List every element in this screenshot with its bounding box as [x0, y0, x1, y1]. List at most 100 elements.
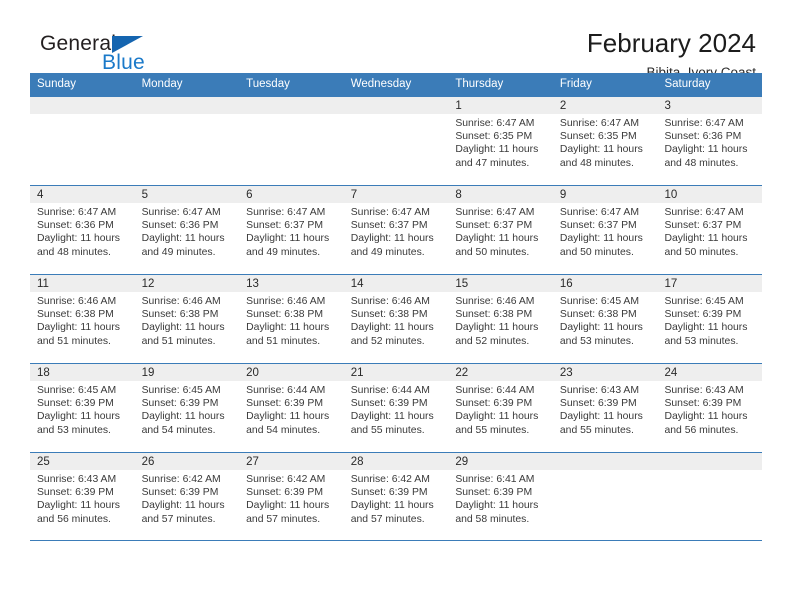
calendar-day-cell[interactable]: 19 Sunrise: 6:45 AM Sunset: 6:39 PM Dayligh… [134, 364, 240, 452]
day-sun-info: Sunrise: 6:47 AM Sunset: 6:37 PM Daylight:… [344, 203, 449, 259]
calendar-day-cell[interactable]: 7 Sunrise: 6:47 AM Sunset: 6:37 PM Daylight… [343, 186, 449, 274]
day-number: 15 [448, 275, 553, 292]
daylight-text-line2: and 55 minutes. [559, 424, 634, 436]
day-sun-info: Sunrise: 6:46 AM Sunset: 6:38 PM Daylight:… [344, 292, 449, 348]
calendar-day-cell[interactable]: 1 Sunrise: 6:47 AM Sunset: 6:35 PM Daylight… [448, 97, 553, 185]
calendar-day-cell[interactable]: 11 Sunrise: 6:46 AM Sunset: 6:38 PM Dayligh… [30, 275, 135, 363]
sunset-text: Sunset: 6:38 PM [141, 309, 219, 321]
day-number: 23 [552, 364, 658, 381]
calendar-day-cell[interactable]: 28 Sunrise: 6:42 AM Sunset: 6:39 PM Dayligh… [343, 453, 449, 540]
sunset-text: Sunset: 6:39 PM [246, 398, 323, 410]
calendar-day-cell[interactable]: 17 Sunrise: 6:45 AM Sunset: 6:39 PM Dayligh… [657, 275, 763, 363]
daylight-text-line1: Daylight: 11 hours [559, 322, 643, 334]
day-sun-info: Sunrise: 6:41 AM Sunset: 6:39 PM Daylight:… [448, 470, 553, 526]
calendar-day-cell[interactable]: 25 Sunrise: 6:43 AM Sunset: 6:39 PM Dayligh… [30, 453, 135, 540]
calendar-day-cell[interactable]: 23 Sunrise: 6:43 AM Sunset: 6:39 PM Dayligh… [552, 364, 658, 452]
day-number: 22 [448, 364, 553, 381]
calendar-table: Sunday Monday Tuesday Wednesday Thursday… [30, 73, 763, 541]
calendar-week-row: 4 Sunrise: 6:47 AM Sunset: 6:36 PM Daylight… [30, 185, 763, 274]
calendar-day-cell[interactable]: 20 Sunrise: 6:44 AM Sunset: 6:39 PM Dayligh… [239, 364, 344, 452]
daylight-text-line2: and 50 minutes. [559, 246, 634, 258]
calendar-day-cell[interactable]: 13 Sunrise: 6:46 AM Sunset: 6:38 PM Dayligh… [239, 275, 344, 363]
daylight-text-line2: and 52 minutes. [350, 335, 425, 347]
weekday-header-row: Sunday Monday Tuesday Wednesday Thursday… [30, 73, 762, 96]
calendar-day-cell-empty [30, 97, 135, 185]
daylight-text-line1: Daylight: 11 hours [141, 233, 225, 245]
calendar-day-cell[interactable]: 24 Sunrise: 6:43 AM Sunset: 6:39 PM Dayligh… [657, 364, 763, 452]
daylight-text-line2: and 47 minutes. [455, 157, 530, 169]
calendar-day-cell[interactable]: 29 Sunrise: 6:41 AM Sunset: 6:39 PM Dayligh… [448, 453, 553, 540]
sunset-text: Sunset: 6:39 PM [559, 398, 637, 410]
daylight-text-line1: Daylight: 11 hours [141, 500, 225, 512]
day-number: 1 [448, 97, 553, 114]
day-sun-info [344, 114, 449, 117]
daylight-text-line1: Daylight: 11 hours [664, 144, 748, 156]
day-number [343, 97, 449, 114]
daylight-text-line1: Daylight: 11 hours [246, 233, 330, 245]
daylight-text-line2: and 50 minutes. [455, 246, 530, 258]
sunset-text: Sunset: 6:37 PM [559, 220, 637, 232]
sunset-text: Sunset: 6:39 PM [37, 487, 114, 499]
sunset-text: Sunset: 6:39 PM [141, 398, 219, 410]
daylight-text-line1: Daylight: 11 hours [141, 322, 225, 334]
calendar-day-cell[interactable]: 22 Sunrise: 6:44 AM Sunset: 6:39 PM Dayligh… [448, 364, 553, 452]
sunrise-text: Sunrise: 6:47 AM [455, 118, 535, 129]
day-sun-info [30, 114, 135, 117]
sunset-text: Sunset: 6:38 PM [455, 309, 533, 321]
daylight-text-line1: Daylight: 11 hours [350, 500, 434, 512]
day-sun-info: Sunrise: 6:47 AM Sunset: 6:35 PM Daylight:… [553, 114, 658, 170]
daylight-text-line1: Daylight: 11 hours [37, 411, 120, 423]
day-number: 11 [30, 275, 135, 292]
sunset-text: Sunset: 6:39 PM [664, 309, 742, 321]
daylight-text-line1: Daylight: 11 hours [350, 233, 434, 245]
sunrise-text: Sunrise: 6:47 AM [559, 118, 640, 129]
day-number: 9 [552, 186, 658, 203]
sunrise-text: Sunrise: 6:47 AM [559, 207, 640, 218]
sunrise-text: Sunrise: 6:45 AM [141, 385, 221, 396]
calendar-day-cell[interactable]: 3 Sunrise: 6:47 AM Sunset: 6:36 PM Daylight… [657, 97, 763, 185]
daylight-text-line1: Daylight: 11 hours [664, 233, 748, 245]
calendar-day-cell[interactable]: 8 Sunrise: 6:47 AM Sunset: 6:37 PM Daylight… [448, 186, 553, 274]
calendar-day-cell[interactable]: 18 Sunrise: 6:45 AM Sunset: 6:39 PM Dayligh… [30, 364, 135, 452]
day-number: 29 [448, 453, 553, 470]
sunset-text: Sunset: 6:39 PM [350, 398, 428, 410]
calendar-weeks: 1 Sunrise: 6:47 AM Sunset: 6:35 PM Daylight… [30, 96, 763, 541]
day-number: 13 [239, 275, 344, 292]
calendar-day-cell[interactable]: 27 Sunrise: 6:42 AM Sunset: 6:39 PM Dayligh… [239, 453, 344, 540]
sunrise-text: Sunrise: 6:46 AM [455, 296, 535, 307]
calendar-day-cell[interactable]: 9 Sunrise: 6:47 AM Sunset: 6:37 PM Daylight… [552, 186, 658, 274]
sunrise-text: Sunrise: 6:42 AM [141, 474, 221, 485]
calendar-day-cell[interactable]: 14 Sunrise: 6:46 AM Sunset: 6:38 PM Dayligh… [343, 275, 449, 363]
calendar-day-cell-empty [239, 97, 344, 185]
calendar-day-cell[interactable]: 21 Sunrise: 6:44 AM Sunset: 6:39 PM Dayligh… [343, 364, 449, 452]
daylight-text-line2: and 54 minutes. [141, 424, 216, 436]
day-number: 20 [239, 364, 344, 381]
daylight-text-line2: and 57 minutes. [141, 513, 216, 525]
sunrise-text: Sunrise: 6:45 AM [559, 296, 640, 307]
sunset-text: Sunset: 6:35 PM [559, 131, 637, 143]
sunset-text: Sunset: 6:36 PM [141, 220, 219, 232]
page-header: General Blue February 2024 Bibita, Ivory… [30, 0, 762, 80]
daylight-text-line2: and 50 minutes. [664, 246, 739, 258]
day-sun-info: Sunrise: 6:46 AM Sunset: 6:38 PM Daylight:… [135, 292, 240, 348]
calendar-day-cell[interactable]: 2 Sunrise: 6:47 AM Sunset: 6:35 PM Daylight… [552, 97, 658, 185]
sunset-text: Sunset: 6:35 PM [455, 131, 533, 143]
calendar-day-cell[interactable]: 5 Sunrise: 6:47 AM Sunset: 6:36 PM Daylight… [134, 186, 240, 274]
day-sun-info: Sunrise: 6:47 AM Sunset: 6:37 PM Daylight:… [448, 203, 553, 259]
sunrise-text: Sunrise: 6:45 AM [664, 296, 744, 307]
calendar-day-cell[interactable]: 15 Sunrise: 6:46 AM Sunset: 6:38 PM Dayligh… [448, 275, 553, 363]
day-sun-info [135, 114, 240, 117]
calendar-week-row: 25 Sunrise: 6:43 AM Sunset: 6:39 PM Dayligh… [30, 452, 763, 541]
calendar-day-cell[interactable]: 16 Sunrise: 6:45 AM Sunset: 6:38 PM Dayligh… [552, 275, 658, 363]
sunset-text: Sunset: 6:38 PM [246, 309, 323, 321]
calendar-day-cell[interactable]: 12 Sunrise: 6:46 AM Sunset: 6:38 PM Dayligh… [134, 275, 240, 363]
calendar-day-cell[interactable]: 10 Sunrise: 6:47 AM Sunset: 6:37 PM Dayligh… [657, 186, 763, 274]
sunrise-text: Sunrise: 6:44 AM [350, 385, 430, 396]
calendar-day-cell[interactable]: 6 Sunrise: 6:47 AM Sunset: 6:37 PM Daylight… [239, 186, 344, 274]
daylight-text-line1: Daylight: 11 hours [246, 322, 330, 334]
calendar-day-cell[interactable]: 26 Sunrise: 6:42 AM Sunset: 6:39 PM Dayligh… [134, 453, 240, 540]
daylight-text-line1: Daylight: 11 hours [455, 233, 539, 245]
calendar-day-cell[interactable]: 4 Sunrise: 6:47 AM Sunset: 6:36 PM Daylight… [30, 186, 135, 274]
sunrise-text: Sunrise: 6:46 AM [37, 296, 117, 307]
sunrise-text: Sunrise: 6:42 AM [246, 474, 326, 485]
